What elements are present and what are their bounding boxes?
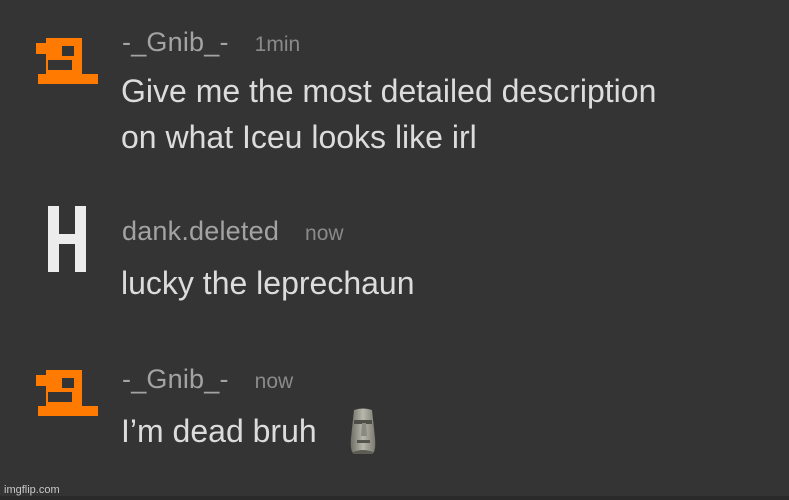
moai-icon [350,408,375,454]
timestamp: now [305,222,344,245]
message-text-line: lucky the leprechaun [121,265,415,301]
username[interactable]: -_Gnib_- [122,27,229,58]
divider [0,496,789,500]
message-text-line: Give me the most detailed description [121,73,657,109]
h-letter-avatar-icon[interactable] [48,206,88,272]
timestamp: now [254,370,294,393]
message-text-line: I’m dead bruh [121,408,380,454]
chat-screenshot: -_Gnib_- 1min Give me the most detailed … [0,0,789,500]
message-text-line: on what Iceu looks like irl [121,119,477,155]
timestamp: 1min [254,33,301,56]
username[interactable]: -_Gnib_- [122,364,229,395]
watermark: imgflip.com [4,484,60,496]
message-header: -_Gnib_- 1min [122,27,300,58]
message-header: -_Gnib_- now [122,364,293,395]
username[interactable]: dank.deleted [122,216,279,247]
message-text: I’m dead bruh [121,413,317,449]
message-header: dank.deleted now [122,216,344,247]
orange-pixel-avatar-icon[interactable] [36,30,100,90]
orange-pixel-avatar-icon[interactable] [36,362,100,422]
